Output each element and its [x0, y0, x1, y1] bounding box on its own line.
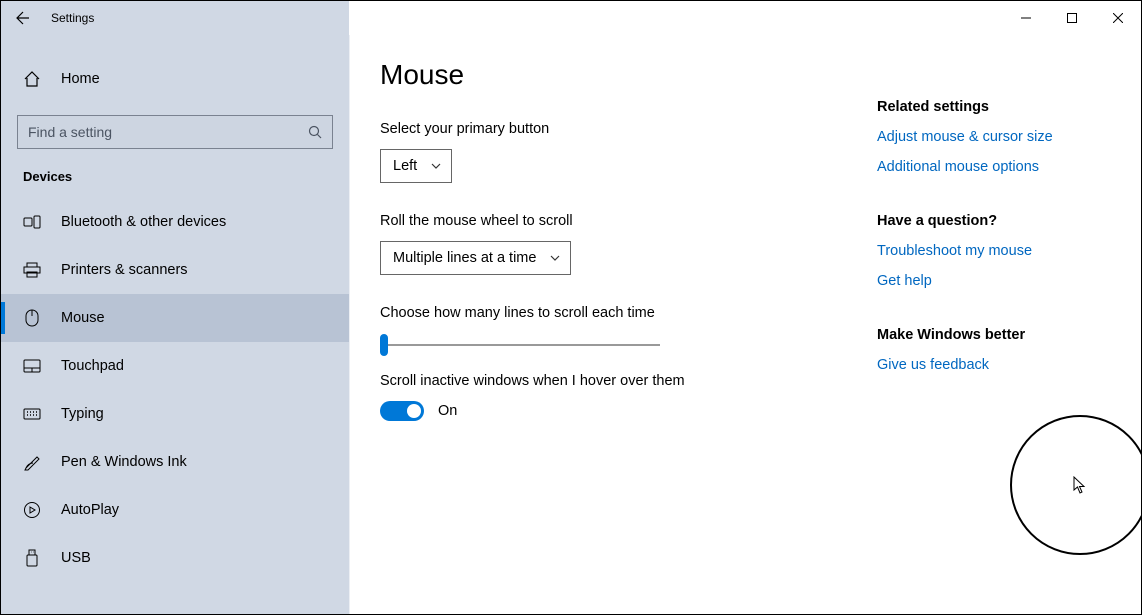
arrow-left-icon: [15, 10, 31, 26]
search-input[interactable]: [28, 124, 308, 140]
printer-icon: [23, 262, 41, 278]
sidebar-item-label: AutoPlay: [61, 502, 119, 518]
inactive-windows-value: On: [438, 403, 457, 419]
sidebar-item-bluetooth[interactable]: Bluetooth & other devices: [1, 198, 349, 246]
sidebar-item-label: Printers & scanners: [61, 262, 188, 278]
chevron-down-icon: [550, 255, 560, 261]
aside-better: Make Windows better Give us feedback: [877, 327, 1117, 373]
scroll-mode-label: Roll the mouse wheel to scroll: [380, 213, 837, 229]
pen-icon: [23, 453, 41, 471]
link-troubleshoot-mouse[interactable]: Troubleshoot my mouse: [877, 243, 1117, 259]
content-aside: Related settings Adjust mouse & cursor s…: [877, 99, 1117, 590]
aside-question: Have a question? Troubleshoot my mouse G…: [877, 213, 1117, 289]
sidebar-item-label: Touchpad: [61, 358, 124, 374]
bluetooth-devices-icon: [23, 215, 41, 229]
content-main: Mouse Select your primary button Left Ro…: [380, 59, 837, 590]
close-icon: [1113, 13, 1123, 23]
home-icon: [23, 70, 41, 88]
inactive-windows-label: Scroll inactive windows when I hover ove…: [380, 373, 837, 389]
titlebar-right: [349, 1, 1141, 35]
aside-heading: Make Windows better: [877, 327, 1117, 343]
chevron-down-icon: [431, 163, 441, 169]
content: Mouse Select your primary button Left Ro…: [349, 35, 1141, 614]
aside-heading: Related settings: [877, 99, 1117, 115]
sidebar-nav: Bluetooth & other devices Printers & sca…: [1, 198, 349, 582]
sidebar-item-autoplay[interactable]: AutoPlay: [1, 486, 349, 534]
sidebar-item-typing[interactable]: Typing: [1, 390, 349, 438]
titlebar: Settings: [1, 1, 1141, 35]
sidebar-item-label: Typing: [61, 406, 104, 422]
link-adjust-cursor-size[interactable]: Adjust mouse & cursor size: [877, 129, 1117, 145]
search-icon: [308, 125, 322, 139]
keyboard-icon: [23, 408, 41, 420]
sidebar-category: Devices: [1, 169, 349, 198]
lines-slider[interactable]: [380, 333, 660, 357]
back-button[interactable]: [1, 1, 45, 35]
sidebar-home-label: Home: [61, 71, 100, 87]
link-additional-mouse-options[interactable]: Additional mouse options: [877, 159, 1117, 175]
scroll-mode-value: Multiple lines at a time: [393, 250, 536, 266]
slider-thumb[interactable]: [380, 334, 388, 356]
sidebar-home[interactable]: Home: [1, 59, 349, 99]
usb-icon: [23, 549, 41, 567]
touchpad-icon: [23, 359, 41, 373]
maximize-button[interactable]: [1049, 1, 1095, 35]
page-title: Mouse: [380, 59, 837, 91]
sidebar-item-label: USB: [61, 550, 91, 566]
sidebar: Home Devices Bluetooth & other devices P…: [1, 35, 349, 614]
sidebar-item-label: Pen & Windows Ink: [61, 454, 187, 470]
primary-button-select[interactable]: Left: [380, 149, 452, 183]
link-get-help[interactable]: Get help: [877, 273, 1117, 289]
titlebar-left: Settings: [1, 1, 349, 35]
sidebar-item-usb[interactable]: USB: [1, 534, 349, 582]
search-box[interactable]: [17, 115, 333, 149]
sidebar-item-printers[interactable]: Printers & scanners: [1, 246, 349, 294]
minimize-button[interactable]: [1003, 1, 1049, 35]
sidebar-item-mouse[interactable]: Mouse: [1, 294, 349, 342]
aside-related: Related settings Adjust mouse & cursor s…: [877, 99, 1117, 175]
sidebar-item-label: Bluetooth & other devices: [61, 214, 226, 230]
inactive-windows-toggle-row: On: [380, 401, 837, 421]
primary-button-value: Left: [393, 158, 417, 174]
slider-track: [380, 344, 660, 346]
link-give-feedback[interactable]: Give us feedback: [877, 357, 1117, 373]
mouse-icon: [23, 309, 41, 327]
aside-heading: Have a question?: [877, 213, 1117, 229]
autoplay-icon: [23, 501, 41, 519]
primary-button-label: Select your primary button: [380, 121, 837, 137]
sidebar-item-label: Mouse: [61, 310, 105, 326]
lines-label: Choose how many lines to scroll each tim…: [380, 305, 837, 321]
inactive-windows-toggle[interactable]: [380, 401, 424, 421]
maximize-icon: [1067, 13, 1077, 23]
close-button[interactable]: [1095, 1, 1141, 35]
sidebar-item-touchpad[interactable]: Touchpad: [1, 342, 349, 390]
scroll-mode-select[interactable]: Multiple lines at a time: [380, 241, 571, 275]
minimize-icon: [1021, 13, 1031, 23]
window-title: Settings: [51, 11, 94, 25]
sidebar-item-pen[interactable]: Pen & Windows Ink: [1, 438, 349, 486]
